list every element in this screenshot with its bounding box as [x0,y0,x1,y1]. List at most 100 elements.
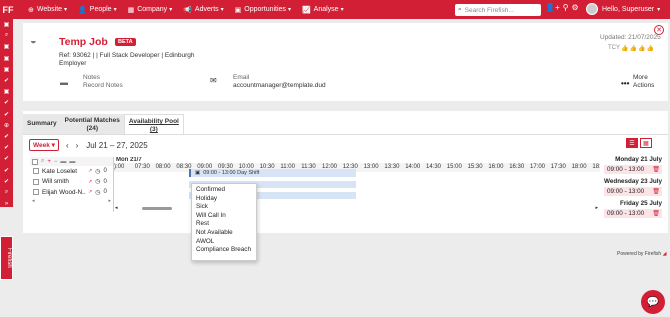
check-icon[interactable]: ✔ [0,164,13,175]
email-icon[interactable]: ▬ [60,159,66,165]
prev-week-button[interactable]: ‹ [66,141,69,150]
more-icon[interactable]: ••• [621,79,629,88]
summary-shift-time: 09:00 - 13:00 [607,188,645,195]
mail-icon[interactable]: ✉ [210,76,217,85]
notes-label[interactable]: Notes [83,74,100,81]
candidate-name[interactable]: Kate Loselet [42,168,85,175]
more-actions-button[interactable]: More Actions [633,74,654,90]
view-select-label: Week [33,142,50,149]
search-icon[interactable]: ⌕ [0,187,13,198]
user-menu[interactable]: Hello, Superuser ▾ [586,3,660,15]
briefcase-icon[interactable]: ▣ [0,19,13,30]
chevron-down-icon: ▾ [340,7,344,13]
candidate-row[interactable]: Kate Loselet ↗ ◷ 0 [30,166,113,177]
briefcase-icon[interactable]: ▣ [0,53,13,64]
email-label: Email [233,74,250,81]
check-icon[interactable]: ✔ [0,109,13,120]
nav-item-people[interactable]: 👤 People ▾ [78,6,117,14]
status-menu-item[interactable]: Compliance Breach [192,246,256,255]
tab-count: (3) [149,126,158,133]
time-slot-label: 14:30 [426,164,442,170]
globe-icon[interactable]: ⊕ [0,120,13,131]
external-link-icon[interactable]: ↗ [88,168,92,174]
check-icon[interactable]: ✔ [0,131,13,142]
tab-potential-matches[interactable]: Potential Matches (24) [60,114,124,134]
check-icon[interactable]: ✔ [0,153,13,164]
external-link-icon[interactable]: ↗ [88,189,92,195]
thumb-up-icon[interactable]: 👍 [621,45,628,52]
add-icon[interactable]: + [47,159,51,165]
rating-thumbs[interactable]: TCY 👍 👍 👍 👍 [608,45,654,52]
time-slot-label: 17:30 [550,164,566,170]
check-icon[interactable]: ✔ [0,142,13,153]
scroll-left-arrow[interactable]: ◂ [115,205,118,211]
tab-label: Potential Matches [64,117,120,124]
candidate-name[interactable]: Will smith [42,178,85,185]
firefish-logo[interactable]: FF [0,0,16,19]
candidate-checkbox[interactable] [33,178,39,185]
email-value[interactable]: accountmanager@template.dud [233,82,326,89]
tab-summary[interactable]: Summary [23,114,61,134]
notes-icon[interactable]: ▬ [60,78,68,87]
remove-icon[interactable]: − [54,159,58,165]
thumb-up-icon[interactable]: 👍 [629,45,636,52]
briefcase-icon[interactable]: ▣ [0,41,13,52]
thumb-up-icon[interactable]: 👍 [646,45,653,52]
record-notes-link[interactable]: Record Notes [83,82,123,89]
clock-icon: ◷ [95,168,101,175]
candidate-checkbox[interactable] [33,168,39,175]
candidate-scrollbar[interactable]: ◂ ▸ [30,198,113,204]
expand-icon[interactable]: » [0,198,13,209]
external-link-icon[interactable]: ↗ [88,179,92,185]
summary-shift[interactable]: 09:00 - 13:00 🗑 [604,165,662,174]
trash-icon[interactable]: 🗑 [652,210,660,217]
tab-availability-pool[interactable]: Availability Pool (3) [123,114,184,134]
candidate-row[interactable]: Elijah Wood-N... ↗ ◷ 0 [30,187,113,198]
trash-icon[interactable]: 🗑 [652,166,660,173]
search-icon[interactable]: ⌕ [0,30,13,41]
select-all-checkbox[interactable] [32,158,38,165]
summary-shift[interactable]: 09:00 - 13:00 🗑 [604,187,662,196]
status-menu-item[interactable]: Holiday [192,195,256,204]
check-icon[interactable]: ✔ [0,97,13,108]
view-select[interactable]: Week ▾ [29,139,59,151]
powered-by-text: Powered by Firefish [617,251,662,257]
candidate-name[interactable]: Elijah Wood-N... [42,189,85,196]
candidate-count: 0 [103,189,107,196]
horizontal-scrollbar[interactable]: ◂ ▸ [114,205,600,211]
thumb-up-icon[interactable]: 👍 [638,45,645,52]
search-input[interactable]: ⌕ Search Firefish... [455,4,541,16]
message-icon[interactable]: ▬ [69,159,75,165]
nav-item-company[interactable]: ▦ Company ▾ [128,6,173,14]
candidate-row[interactable]: Will smith ↗ ◷ 0 [30,177,113,188]
summary-shift[interactable]: 09:00 - 13:00 🗑 [604,209,662,218]
nav-item-opportunities[interactable]: ▣ Opportunities ▾ [235,6,291,14]
nav-item-website[interactable]: ⊕ Website ▾ [28,6,67,14]
candidate-checkbox[interactable] [33,189,39,196]
scrollbar-thumb[interactable] [142,207,172,210]
status-menu-item[interactable]: Confirmed [192,186,256,195]
status-menu-item[interactable]: Sick [192,203,256,212]
nav-item-adverts[interactable]: 📢 Adverts ▾ [183,6,223,14]
gear-icon[interactable]: ⚙ [572,3,579,12]
briefcase-icon[interactable]: ▣ [0,64,13,75]
status-menu-item[interactable]: Rest [192,220,256,229]
shift-event[interactable]: ▣ 09:00 - 13:00 Day Shift [189,169,356,177]
check-icon[interactable]: ✔ [0,75,13,86]
lightbulb-icon[interactable]: ⚲ [563,3,569,12]
grid-view-button[interactable]: ▦ [640,138,652,148]
scroll-right-arrow[interactable]: ▸ [595,205,598,211]
next-week-button[interactable]: › [76,141,79,150]
sidebar-firefish-tab[interactable]: Firefish [0,236,13,280]
search-icon[interactable]: ⌕ [41,158,44,165]
check-icon[interactable]: ✔ [0,176,13,187]
status-menu-item[interactable]: Not Available [192,229,256,238]
list-view-button[interactable]: ☰ [626,138,638,148]
status-menu-item[interactable]: Will Call In [192,212,256,221]
trash-icon[interactable]: 🗑 [652,188,660,195]
status-menu-item[interactable]: AWOL [192,238,256,247]
chat-button[interactable]: 💬 [641,290,665,314]
briefcase-icon[interactable]: ▣ [0,86,13,97]
nav-item-analyse[interactable]: 📈 Analyse ▾ [302,6,344,14]
add-user-icon[interactable]: 👤+ [545,3,560,12]
